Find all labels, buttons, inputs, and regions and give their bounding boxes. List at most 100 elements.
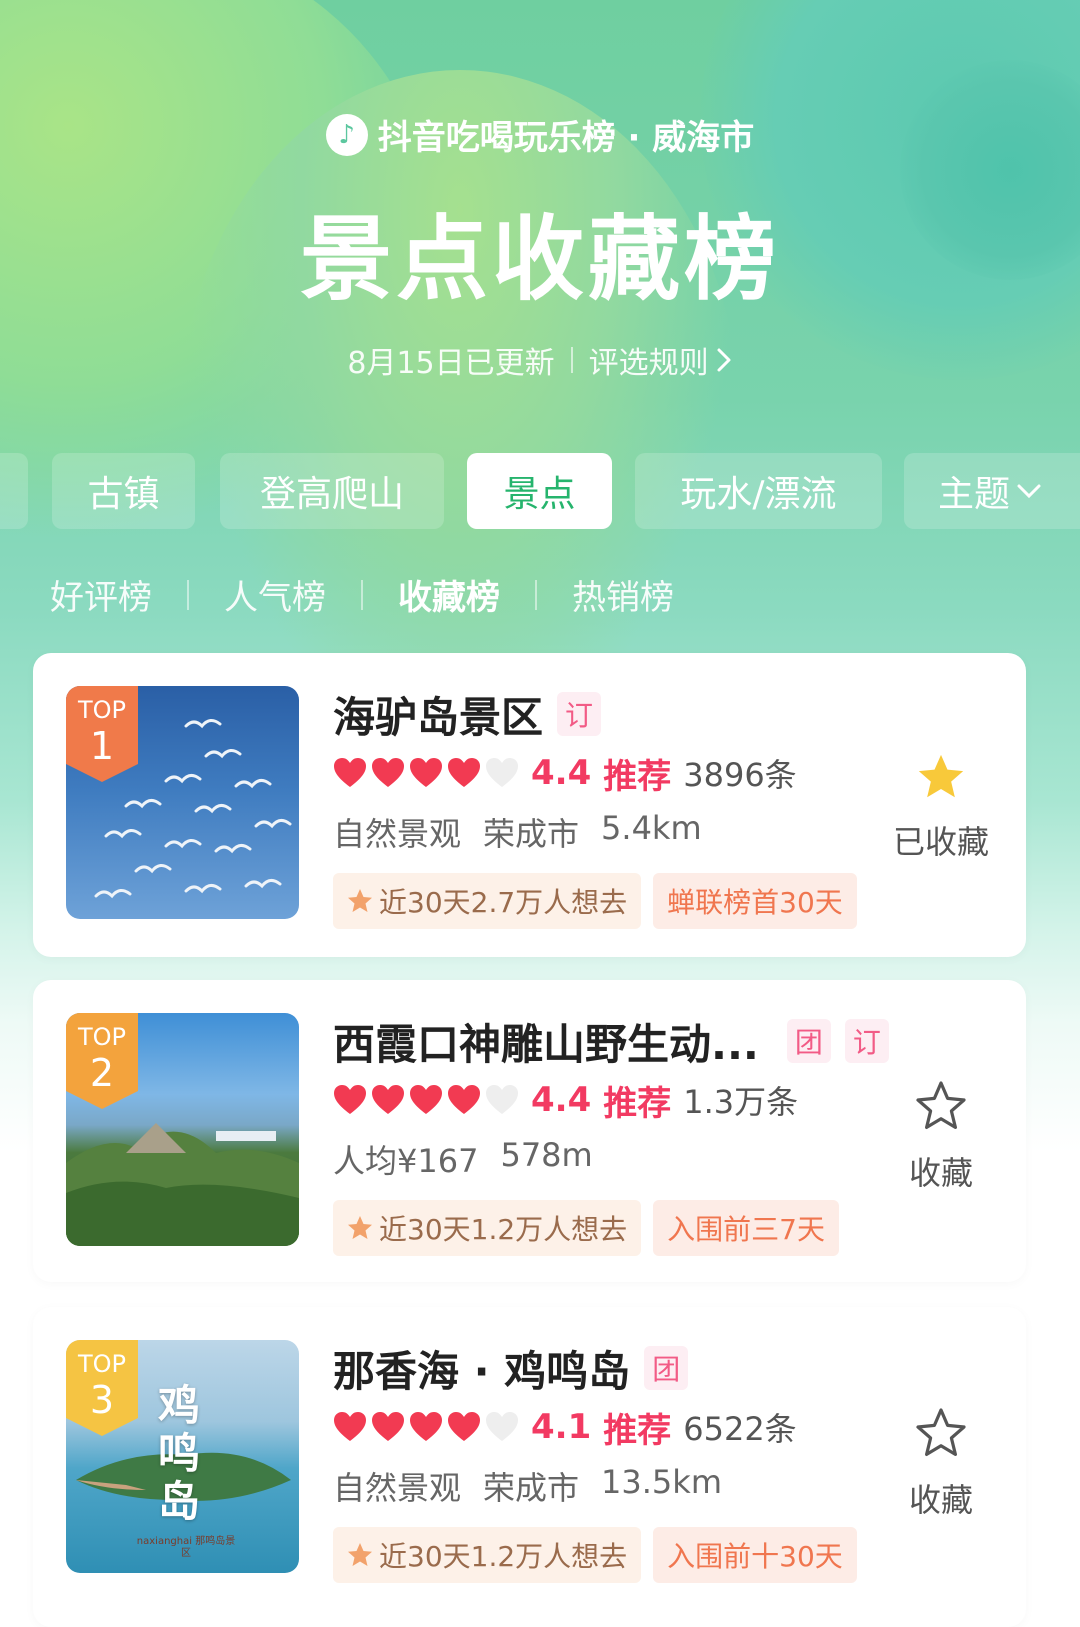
subtab-favorites[interactable]: 收藏榜 xyxy=(363,570,535,619)
rank-top-label: TOP xyxy=(77,1350,127,1378)
city: 荣成市 xyxy=(483,815,580,853)
category: 自然景观 xyxy=(333,1469,462,1507)
tab-hiking[interactable]: 登高爬山 xyxy=(220,453,444,529)
star-outline-icon xyxy=(916,1408,966,1456)
score: 4.1 xyxy=(531,1407,592,1447)
page-title: 景点收藏榜 xyxy=(299,206,780,313)
rating-row: 4.1 推荐 6522条 xyxy=(333,1405,876,1451)
category: 自然景观 xyxy=(333,815,462,853)
heart-full-icon xyxy=(448,1085,480,1114)
tab-water[interactable]: 玩水/漂流 xyxy=(635,453,882,529)
item-name[interactable]: 那香海 · 鸡鸣岛 xyxy=(333,1338,630,1399)
review-count: 6522条 xyxy=(683,1410,797,1448)
rank-streak-badge: 入围前十30天 xyxy=(653,1527,857,1583)
item-info: 海驴岛景区 订 4.4 推荐 3896条 自然景观 荣成市 5.4km 近30天… xyxy=(333,689,876,929)
tab-theme[interactable]: 主题 xyxy=(904,453,1080,529)
tab-label: 景点 xyxy=(503,474,576,515)
thumbnail-image: TOP 1 xyxy=(66,686,299,919)
tab-label: 主题 xyxy=(938,474,1011,515)
want-badge: 近30天2.7万人想去 xyxy=(333,873,642,929)
subtab-bestseller[interactable]: 热销榜 xyxy=(537,570,709,619)
category-tabs: 古镇 登高爬山 景点 玩水/漂流 主题 xyxy=(0,453,1080,531)
sub-tabs: 好评榜 人气榜 收藏榜 热销榜 xyxy=(50,570,709,619)
favorite-label: 已收藏 xyxy=(892,823,989,861)
brand-title: 抖音吃喝玩乐榜 · 威海市 xyxy=(377,118,755,158)
list-item[interactable]: TOP 2 西霞口神雕山野生动... 团 订 4.4 推荐 1.3万条 人均¥1… xyxy=(33,980,1026,1282)
star-icon xyxy=(348,1216,372,1239)
heart-full-icon xyxy=(372,1412,404,1441)
rank-number: 2 xyxy=(89,1051,115,1095)
thumb-caption: naxianghai 那鸣岛景区 xyxy=(136,1536,236,1559)
brand-row: ♪ 抖音吃喝玩乐榜 · 威海市 xyxy=(0,110,1080,159)
tab-partial[interactable] xyxy=(0,453,28,529)
rank-top-label: TOP xyxy=(77,1023,127,1051)
heart-empty-icon xyxy=(486,758,518,787)
distance: 5.4km xyxy=(601,809,702,847)
rating-row: 4.4 推荐 3896条 xyxy=(333,751,876,797)
thumbnail-image: TOP 2 xyxy=(66,1013,299,1246)
heart-full-icon xyxy=(448,1412,480,1441)
rules-label: 评选规则 xyxy=(588,346,709,381)
meta-row: 人均¥167 578m xyxy=(333,1136,916,1182)
distance: 578m xyxy=(500,1136,593,1174)
favorite-button[interactable]: 收藏 xyxy=(886,1407,996,1521)
rules-link[interactable]: 评选规则 xyxy=(589,338,733,382)
star-icon xyxy=(348,1543,372,1566)
score: 4.4 xyxy=(531,753,592,793)
favorite-button[interactable]: 已收藏 xyxy=(886,753,996,863)
want-text: 近30天1.2万人想去 xyxy=(379,1540,628,1573)
rank-number: 3 xyxy=(89,1378,115,1422)
item-name[interactable]: 海驴岛景区 xyxy=(333,684,543,745)
star-filled-icon xyxy=(918,754,964,798)
meta-row: 自然景观 荣成市 13.5km xyxy=(333,1463,876,1509)
favorite-label: 收藏 xyxy=(908,1154,973,1192)
rank-number: 1 xyxy=(89,724,115,768)
booking-tag: 订 xyxy=(557,692,602,736)
heart-full-icon xyxy=(410,1085,442,1114)
tab-label: 登高爬山 xyxy=(259,474,404,515)
badge-row: 近30天1.2万人想去 入围前十30天 xyxy=(333,1527,876,1583)
item-name[interactable]: 西霞口神雕山野生动... xyxy=(333,1011,759,1072)
thumbnail-image: 鸡鸣岛 naxianghai 那鸣岛景区 TOP 3 xyxy=(66,1340,299,1573)
distance: 13.5km xyxy=(601,1463,722,1501)
tab-town[interactable]: 古镇 xyxy=(52,453,195,529)
tab-label: 玩水/漂流 xyxy=(680,474,837,515)
rank-streak-badge: 蝉联榜首30天 xyxy=(653,873,857,929)
booking-tag: 订 xyxy=(844,1019,889,1063)
heart-full-icon xyxy=(334,1412,366,1441)
tab-label: 古镇 xyxy=(87,474,160,515)
group-tag: 团 xyxy=(786,1019,831,1063)
heart-full-icon xyxy=(334,758,366,787)
want-badge: 近30天1.2万人想去 xyxy=(333,1200,642,1256)
rank-badge: TOP 1 xyxy=(66,686,138,782)
recommend-label: 推荐 xyxy=(603,1083,672,1124)
rating-row: 4.4 推荐 1.3万条 xyxy=(333,1078,916,1124)
heart-full-icon xyxy=(372,758,404,787)
heart-full-icon xyxy=(334,1085,366,1114)
recommend-label: 推荐 xyxy=(603,756,672,797)
chevron-right-icon xyxy=(717,348,731,372)
rank-badge: TOP 2 xyxy=(66,1013,138,1109)
updated-text: 8月15日已更新 xyxy=(347,346,555,381)
subtab-rating[interactable]: 好评榜 xyxy=(50,570,187,619)
thumb-title: 鸡鸣岛 xyxy=(158,1381,201,1526)
badge-row: 近30天1.2万人想去 入围前三7天 xyxy=(333,1200,916,1256)
meta-row: 自然景观 荣成市 5.4km xyxy=(333,809,876,855)
tab-attractions[interactable]: 景点 xyxy=(467,453,612,529)
score: 4.4 xyxy=(531,1080,592,1120)
heart-full-icon xyxy=(448,758,480,787)
chevron-down-icon xyxy=(1017,484,1041,499)
list-item[interactable]: TOP 1 海驴岛景区 订 4.4 推荐 3896条 自然景观 荣成市 5.4k… xyxy=(33,653,1026,957)
ranking-header: ♪ 抖音吃喝玩乐榜 · 威海市 景点收藏榜 8月15日已更新 评选规则 xyxy=(0,110,1080,382)
heart-empty-icon xyxy=(486,1412,518,1441)
favorite-button[interactable]: 收藏 xyxy=(886,1080,996,1194)
list-item[interactable]: 鸡鸣岛 naxianghai 那鸣岛景区 TOP 3 那香海 · 鸡鸣岛 团 4… xyxy=(33,1307,1026,1627)
star-icon xyxy=(348,889,372,912)
star-outline-icon xyxy=(916,1081,966,1129)
rank-badge: TOP 3 xyxy=(66,1340,138,1436)
want-badge: 近30天1.2万人想去 xyxy=(333,1527,642,1583)
subtab-popular[interactable]: 人气榜 xyxy=(189,570,361,619)
douyin-logo-icon: ♪ xyxy=(325,113,368,156)
heart-full-icon xyxy=(410,758,442,787)
city: 荣成市 xyxy=(483,1469,580,1507)
